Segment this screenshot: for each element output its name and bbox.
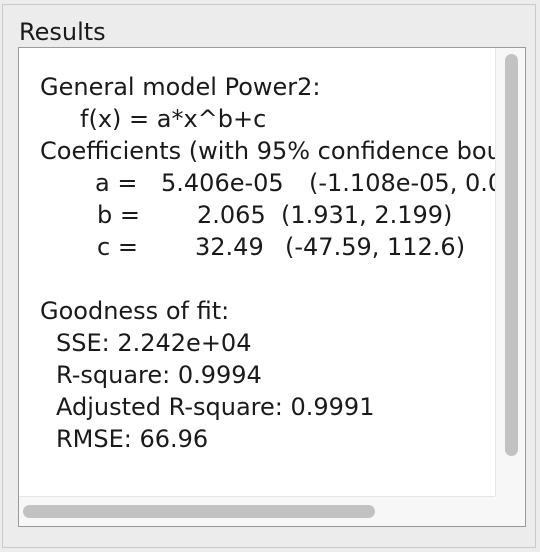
coefficient-name: b =: [97, 201, 140, 229]
coefficient-bounds: (1.931, 2.199): [281, 201, 453, 229]
vertical-scroll-thumb[interactable]: [505, 54, 518, 456]
goodness-rsquare: R-square: 0.9994: [56, 361, 262, 389]
panel-title: Results: [19, 18, 106, 46]
results-text-area[interactable]: General model Power2: f(x) = a*x^b+c Coe…: [18, 47, 526, 527]
goodness-header: Goodness of fit:: [40, 297, 230, 325]
equation-line: f(x) = a*x^b+c: [80, 105, 267, 133]
coefficient-value: 2.065: [197, 201, 266, 229]
goodness-rmse: RMSE: 66.96: [56, 425, 209, 453]
coefficient-bounds: (-47.59, 112.6): [285, 233, 466, 261]
goodness-sse: SSE: 2.242e+04: [56, 329, 252, 357]
coefficient-bounds: (-1.108e-05, 0.0001192): [309, 169, 495, 197]
coefficient-name: c =: [97, 233, 138, 261]
scrollbar-corner: [495, 496, 525, 526]
coefficients-header: Coefficients (with 95% confidence bounds…: [40, 137, 495, 165]
coefficient-name: a =: [95, 169, 138, 197]
coefficient-value: 32.49: [195, 233, 264, 261]
horizontal-scrollbar[interactable]: [19, 496, 495, 526]
results-panel: Results General model Power2: f(x) = a*x…: [0, 0, 540, 552]
horizontal-scroll-thumb[interactable]: [23, 505, 375, 518]
vertical-scrollbar[interactable]: [495, 48, 525, 498]
coefficient-value: 5.406e-05: [161, 169, 284, 197]
results-content: General model Power2: f(x) = a*x^b+c Coe…: [19, 48, 495, 498]
model-line: General model Power2:: [40, 73, 321, 101]
goodness-adjusted-rsquare: Adjusted R-square: 0.9991: [56, 393, 375, 421]
